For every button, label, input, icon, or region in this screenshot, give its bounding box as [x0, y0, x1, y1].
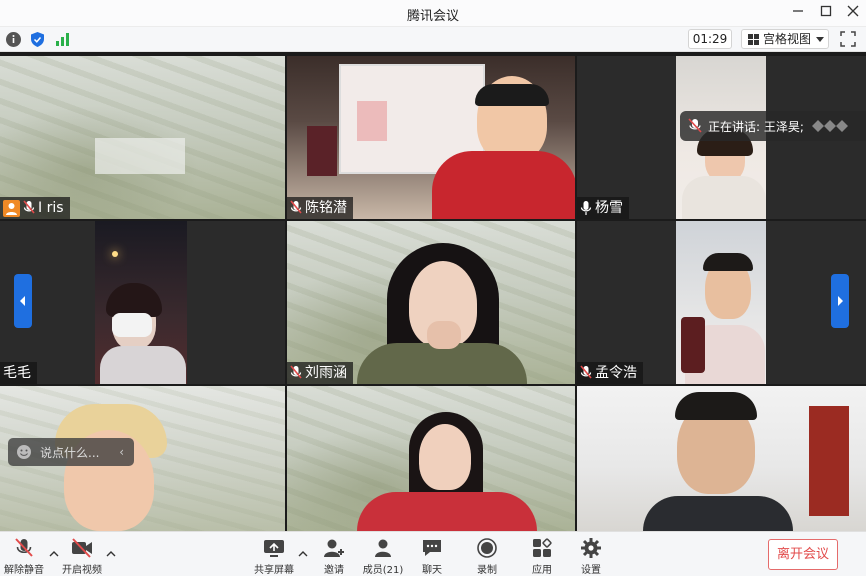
chat-placeholder: 说点什么... [40, 445, 100, 460]
chat-input-pill[interactable]: 说点什么... ‹ [8, 438, 134, 466]
video-tile-iris[interactable]: I ris [0, 56, 285, 219]
caret-up-icon[interactable] [297, 548, 309, 560]
video-tile-row3-center[interactable] [287, 386, 575, 531]
caret-down-icon [816, 37, 824, 42]
info-icon[interactable] [5, 31, 22, 48]
share-screen-label: 共享屏幕 [254, 565, 294, 576]
speaking-indicator: 正在讲话: 王泽昊; [680, 111, 866, 141]
bottom-control-bar: 解除静音 开启视频 共享屏幕 邀请 成员(21) 聊天 录制 应用 设置 离开会… [0, 531, 866, 576]
signal-strength-icon[interactable] [54, 31, 71, 48]
start-video-label: 开启视频 [62, 565, 102, 576]
invite-button[interactable]: 邀请 [310, 537, 358, 576]
add-user-icon [324, 539, 344, 557]
security-shield-icon[interactable] [29, 31, 46, 48]
apps-label: 应用 [532, 565, 552, 576]
apps-button[interactable]: 应用 [518, 537, 566, 576]
mic-muted-icon [290, 200, 302, 214]
mic-muted-icon [580, 365, 592, 379]
mic-muted-icon [15, 538, 33, 557]
video-tile-row3-right[interactable] [577, 386, 866, 531]
grid-icon [748, 34, 759, 45]
start-video-button[interactable]: 开启视频 [58, 537, 106, 576]
name-tag: 杨雪 [577, 197, 629, 219]
video-off-icon [72, 538, 92, 558]
next-page-button[interactable] [831, 274, 849, 328]
unmute-label: 解除静音 [4, 565, 44, 576]
name-tag: 陈铭潜 [287, 197, 353, 219]
minimize-button[interactable] [787, 3, 809, 23]
record-label: 录制 [477, 565, 497, 576]
video-tile-menglinghao[interactable]: 孟令浩 [577, 221, 866, 384]
name-tag: 毛毛 [0, 362, 37, 384]
window-title: 腾讯会议 [406, 9, 459, 24]
leave-meeting-button[interactable]: 离开会议 [768, 539, 838, 570]
prev-page-button[interactable] [14, 274, 32, 328]
apps-icon [533, 538, 552, 557]
name-tag: 刘雨涵 [287, 362, 353, 384]
settings-label: 设置 [581, 565, 601, 576]
members-button[interactable]: 成员(21) [359, 537, 407, 576]
fullscreen-icon [840, 31, 856, 47]
view-mode-label: 宫格视图 [763, 32, 812, 46]
invite-label: 邀请 [324, 565, 344, 576]
chat-bubble-icon [423, 540, 441, 556]
participant-name: 孟令浩 [595, 365, 637, 381]
chevron-left-icon[interactable]: ‹ [119, 445, 124, 459]
video-grid: I ris 陈铭潜 杨雪 毛毛 刘雨涵 孟令浩 正在讲话: 王泽昊; 说点什么.… [0, 52, 866, 531]
name-tag: I ris [0, 197, 70, 219]
mic-icon [580, 201, 592, 215]
meeting-timer: 01:29 [688, 29, 732, 49]
volume-wave-icon [811, 120, 848, 132]
members-label: 成员(21) [362, 565, 404, 576]
share-screen-icon [264, 540, 284, 557]
participant-name: 杨雪 [595, 200, 623, 216]
participant-name: 毛毛 [3, 365, 31, 381]
mic-muted-icon [23, 200, 35, 214]
unmute-button[interactable]: 解除静音 [0, 537, 48, 576]
close-button[interactable] [842, 3, 864, 23]
gear-icon [581, 538, 601, 558]
caret-up-icon[interactable] [105, 548, 117, 560]
meeting-toolbar: 01:29 宫格视图 [0, 27, 866, 52]
mic-muted-icon [290, 365, 302, 379]
title-bar: 腾讯会议 [0, 0, 866, 27]
settings-button[interactable]: 设置 [567, 537, 615, 576]
participant-name: I ris [38, 200, 64, 216]
chevron-right-icon [838, 296, 843, 306]
name-tag: 孟令浩 [577, 362, 643, 384]
participant-name: 陈铭潜 [305, 200, 347, 216]
fullscreen-button[interactable] [838, 29, 858, 49]
emoji-icon [17, 445, 31, 459]
participant-name: 刘雨涵 [305, 365, 347, 381]
view-mode-select[interactable]: 宫格视图 [741, 29, 829, 49]
members-icon [375, 539, 391, 557]
chat-label: 聊天 [422, 565, 442, 576]
maximize-button[interactable] [815, 3, 837, 23]
video-tile-chenmingqian[interactable]: 陈铭潜 [287, 56, 575, 219]
host-icon [3, 199, 20, 217]
chevron-left-icon [20, 296, 25, 306]
record-button[interactable]: 录制 [463, 537, 511, 576]
video-tile-maomao[interactable]: 毛毛 [0, 221, 285, 384]
chat-button[interactable]: 聊天 [408, 537, 456, 576]
speaking-label: 正在讲话: 王泽昊; [708, 119, 804, 134]
record-icon [477, 538, 497, 558]
video-tile-liuyuhan[interactable]: 刘雨涵 [287, 221, 575, 384]
share-screen-button[interactable]: 共享屏幕 [250, 537, 298, 576]
mic-muted-icon [688, 118, 702, 133]
